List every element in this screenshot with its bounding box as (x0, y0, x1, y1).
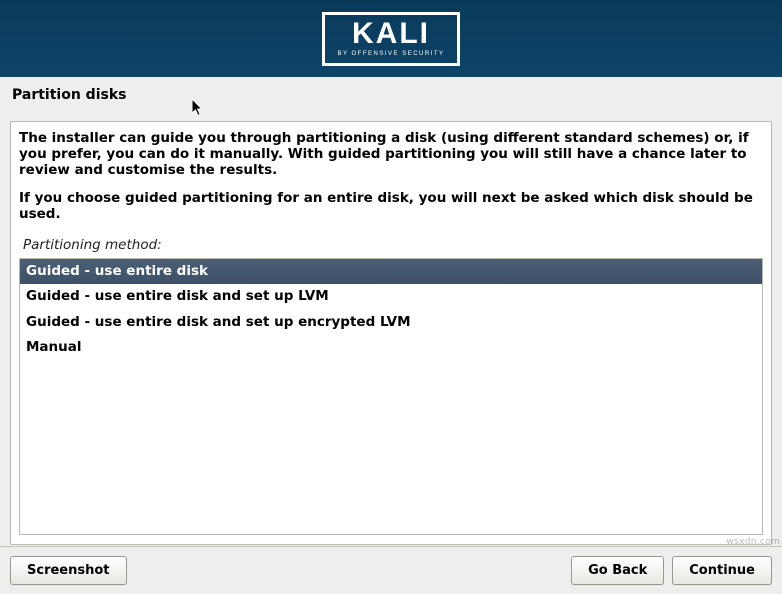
logo-main-text: KALI (337, 19, 444, 49)
logo-sub-text: BY OFFENSIVE SECURITY (337, 51, 444, 57)
continue-button[interactable]: Continue (672, 556, 772, 585)
go-back-button[interactable]: Go Back (571, 556, 664, 585)
main-panel: The installer can guide you through part… (10, 121, 772, 545)
partition-option[interactable]: Manual (20, 335, 762, 361)
watermark: wsxdn.com (726, 537, 780, 547)
partition-option[interactable]: Guided - use entire disk (20, 259, 762, 285)
page-title: Partition disks (0, 77, 782, 121)
partitioning-method-list[interactable]: Guided - use entire diskGuided - use ent… (19, 258, 763, 535)
partitioning-method-label: Partitioning method: (19, 235, 763, 258)
footer-bar: Screenshot Go Back Continue (0, 546, 782, 594)
partition-option[interactable]: Guided - use entire disk and set up encr… (20, 310, 762, 336)
screenshot-button[interactable]: Screenshot (10, 556, 127, 585)
kali-logo: KALI BY OFFENSIVE SECURITY (322, 12, 459, 66)
instructions-paragraph-1: The installer can guide you through part… (19, 131, 763, 179)
instructions: The installer can guide you through part… (19, 131, 763, 235)
partition-option[interactable]: Guided - use entire disk and set up LVM (20, 284, 762, 310)
header-banner: KALI BY OFFENSIVE SECURITY (0, 0, 782, 77)
instructions-paragraph-2: If you choose guided partitioning for an… (19, 191, 763, 223)
